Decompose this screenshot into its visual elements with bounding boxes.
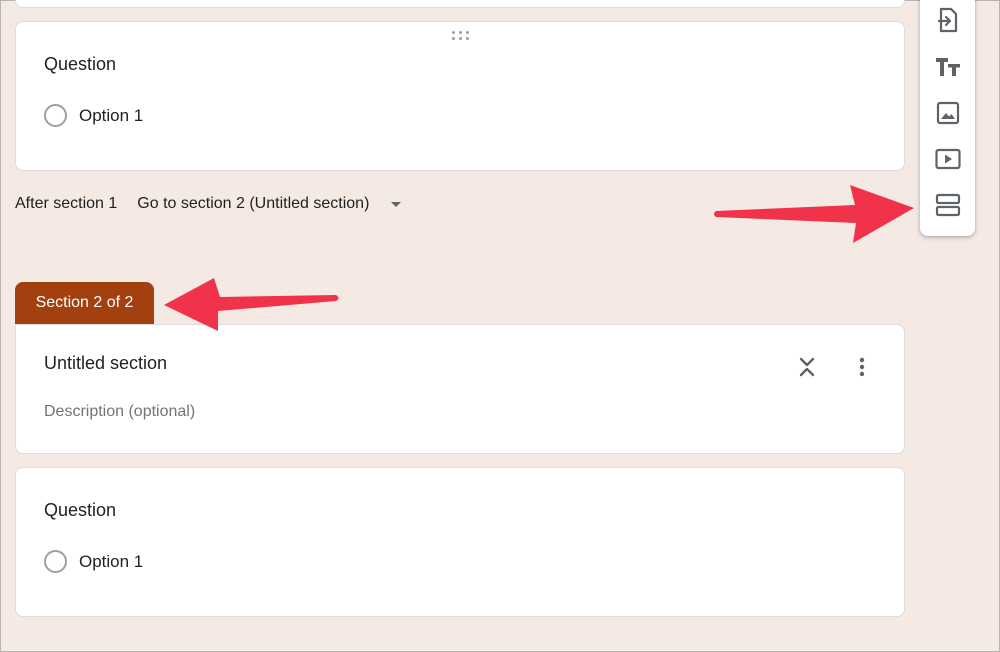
more-options-icon[interactable]	[856, 357, 868, 377]
question-card-2[interactable]: Question Option 1	[15, 467, 905, 617]
question-title[interactable]: Question	[44, 54, 116, 75]
add-section-icon[interactable]	[934, 191, 962, 219]
add-video-icon[interactable]	[934, 145, 962, 173]
radio-button[interactable]	[44, 550, 67, 573]
form-toolbar	[920, 0, 975, 236]
option-label[interactable]: Option 1	[79, 552, 143, 572]
question-title[interactable]: Question	[44, 500, 116, 521]
section-header-card[interactable]: Untitled section Description (optional)	[15, 324, 905, 454]
goto-section-dropdown[interactable]: Go to section 2 (Untitled section)	[137, 195, 402, 213]
after-section-row: After section 1 Go to section 2 (Untitle…	[15, 195, 402, 213]
add-title-icon[interactable]	[934, 53, 962, 81]
annotation-arrow-right-icon	[714, 185, 914, 243]
drag-handle-icon[interactable]	[452, 31, 470, 43]
section-title[interactable]: Untitled section	[44, 353, 167, 374]
option-row: Option 1	[44, 550, 143, 573]
after-section-label: After section 1	[15, 195, 118, 212]
goto-section-value: Go to section 2 (Untitled section)	[137, 195, 370, 212]
import-questions-icon[interactable]	[934, 6, 962, 34]
section-tab: Section 2 of 2	[15, 282, 154, 324]
previous-card	[15, 0, 905, 8]
option-label[interactable]: Option 1	[79, 106, 143, 126]
radio-button[interactable]	[44, 104, 67, 127]
dropdown-caret-icon	[391, 201, 402, 207]
collapse-section-icon[interactable]	[798, 355, 816, 379]
question-card-1[interactable]: Question Option 1	[15, 21, 905, 171]
option-row: Option 1	[44, 104, 143, 127]
add-image-icon[interactable]	[934, 99, 962, 127]
section-description-field[interactable]: Description (optional)	[44, 403, 195, 421]
